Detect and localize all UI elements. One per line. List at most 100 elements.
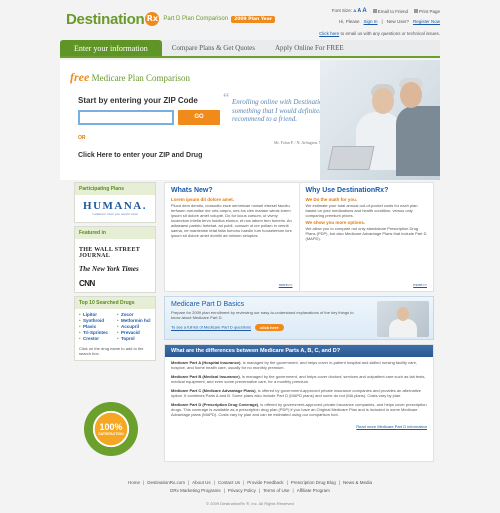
help-text: to email us with any questions or techni… [340, 31, 440, 36]
footer-link[interactable]: Home [128, 480, 140, 485]
whats-new-more-link[interactable]: more>> [279, 282, 293, 287]
logo-rx-badge: Rx [145, 12, 160, 26]
logo[interactable]: Destination Rx Part D Plan Comparison 20… [66, 8, 275, 30]
print-icon [413, 9, 418, 14]
drug-link[interactable]: Prevacid [117, 330, 151, 335]
testimonial-author: Mr. Folan P. / N. Arlington, NJ [274, 140, 324, 145]
featured-in-title: Featured in [75, 227, 155, 239]
page-container: Destination Rx Part D Plan Comparison 20… [60, 0, 440, 513]
part-b-text: Medicare Part B (Medical Insurance), is … [171, 374, 427, 384]
email-friend-link[interactable]: Email to Friend [372, 8, 408, 14]
tab-compare-plans[interactable]: Compare Plans & Get Quotes [162, 40, 265, 56]
tab-enter-information[interactable]: Enter your information [60, 40, 162, 56]
help-line: Click here to email us with any question… [319, 31, 440, 36]
why-use-body2: We allow you to compare not only standal… [305, 226, 427, 241]
participating-plans-title: Participating Plans [75, 183, 155, 195]
footer-link[interactable]: DestinationRx.com [147, 480, 185, 485]
nyt-logo: The New York Times [79, 265, 139, 273]
drug-link[interactable]: Metformin hcl [117, 318, 151, 323]
main-content: Whats New? Lorem ipsum dit dolore amet. … [164, 182, 434, 462]
cnn-logo: CNN [79, 279, 95, 288]
or-label: OR [78, 135, 86, 141]
register-link[interactable]: Register Now [413, 19, 440, 24]
whats-new-panel: Whats New? Lorem ipsum dit dolore amet. … [165, 183, 299, 291]
part-d-basics-panel: Medicare Part D Basics Prepare for 2009 … [164, 296, 434, 340]
drug-link[interactable]: Tri-Sprintec [79, 330, 113, 335]
top-drugs-title: Top 10 Searched Drugs [75, 297, 155, 309]
zip-label: Start by entering your ZIP Code [78, 96, 198, 105]
font-size-control: Font Size: A A A [332, 8, 367, 14]
seal-label: SATISFACTION [98, 431, 124, 436]
whats-new-body: Plucd dem dendio, nonsudio esce semmicae… [171, 203, 292, 238]
font-size-label: Font Size: [331, 8, 353, 13]
footer-link[interactable]: DRx Marketing Programs [170, 488, 221, 493]
print-page-label: Print Page [418, 8, 440, 14]
footer-link[interactable]: Terms of Use [263, 488, 290, 493]
seal-percent: 100% [99, 421, 123, 432]
drug-link[interactable]: Lipitor [79, 312, 113, 317]
hero: free Medicare Plan Comparison Start by e… [60, 60, 440, 180]
print-page-link[interactable]: Print Page [413, 8, 440, 14]
sign-in-link[interactable]: Sign In [364, 19, 378, 24]
part-d-text: Medicare Part D (Prescription Drug Cover… [171, 402, 427, 417]
part-d-questions-link[interactable]: To see a full list of Medicare Part D qu… [171, 325, 251, 330]
top-drugs-list: Lipitor Zocor Synthroid Metformin hcl Pl… [75, 309, 155, 360]
font-size-large[interactable]: A [362, 8, 366, 14]
drug-link[interactable]: Zocor [117, 312, 151, 317]
font-size-medium[interactable]: A [357, 8, 361, 14]
medicare-parts-panel: What are the differences between Medicar… [164, 344, 434, 462]
logo-wordmark: Destination [66, 10, 145, 28]
humana-tagline: Guidance when you need it most [92, 212, 138, 216]
why-use-panel: Why Use DestinationRx? We Do the math fo… [298, 183, 434, 291]
drug-link[interactable]: Toprol [117, 336, 151, 341]
part-d-basics-body: Prepare for 2009 plan enrollment by revi… [171, 310, 354, 320]
why-use-more-link[interactable]: more>> [413, 282, 427, 287]
participating-plans-box: Participating Plans HUMANA. Guidance whe… [74, 182, 156, 223]
new-user-text: New User? [386, 19, 409, 24]
drug-link[interactable]: Synthroid [79, 318, 113, 323]
satisfaction-seal: 100% SATISFACTION [84, 402, 138, 456]
whats-new-title: Whats New? [171, 187, 213, 194]
footer-link[interactable]: Provide Feedback [247, 480, 283, 485]
why-use-sub1: We Do the math for you. [305, 197, 358, 202]
part-a-text: Medicare Part A (Hospital Insurance), is… [171, 360, 427, 370]
email-friend-label: Email to Friend [377, 8, 408, 14]
footer: Home | DestinationRx.com | About Us | Conta… [60, 480, 440, 506]
drug-link[interactable]: Accupril [117, 324, 151, 329]
footer-link[interactable]: News & Media [343, 480, 372, 485]
footer-link[interactable]: Affiliate Program [297, 488, 330, 493]
utility-links: Font Size: A A A Email to Friend Print P… [250, 8, 440, 24]
why-use-body1: We estimate your total annual out-of-poc… [305, 203, 418, 218]
whats-new-subtitle: Lorem ipsum dit dolore amet. [171, 197, 235, 202]
footer-links-secondary: DRx Marketing Programs | Privacy Policy | … [170, 488, 330, 493]
logo-tagline: Part D Plan Comparison [163, 16, 229, 22]
read-more-link[interactable]: Read more Medicare Part D information [165, 424, 433, 429]
drug-link[interactable]: Plavix [79, 324, 113, 329]
footer-link[interactable]: Contact Us [218, 480, 240, 485]
footer-links-primary: Home | DestinationRx.com | About Us | Conta… [128, 480, 372, 485]
footer-link[interactable]: About Us [192, 480, 211, 485]
font-size-small[interactable]: A [353, 8, 356, 13]
medicare-parts-title: What are the differences between Medicar… [165, 345, 433, 357]
page: Destination Rx Part D Plan Comparison 20… [0, 0, 500, 513]
copyright: © 2009 DestinationRx ®, Inc. All Rights … [206, 501, 294, 506]
zip-input[interactable] [78, 110, 174, 125]
senior-woman-photo [377, 301, 429, 337]
humana-wordmark: HUMANA. [83, 200, 147, 212]
hero-title: free Medicare Plan Comparison [70, 70, 190, 85]
humana-logo[interactable]: HUMANA. Guidance when you need it most [75, 195, 155, 222]
email-icon [372, 9, 377, 14]
footer-link[interactable]: Prescription Drug Blog [291, 480, 336, 485]
top-drugs-box: Top 10 Searched Drugs Lipitor Zocor Synt… [74, 296, 156, 361]
separator: | [381, 19, 383, 24]
why-use-title: Why Use DestinationRx? [305, 187, 389, 194]
press-logos: THE WALL STREET JOURNAL The New York Tim… [75, 239, 155, 292]
tab-apply-online[interactable]: Apply Online For FREE [265, 40, 354, 56]
go-button[interactable]: GO [178, 110, 220, 125]
footer-link[interactable]: Privacy Policy [228, 488, 256, 493]
drug-link[interactable]: Crestor [79, 336, 113, 341]
zip-drug-link[interactable]: Click Here to enter your ZIP and Drug [78, 152, 202, 159]
help-email-link[interactable]: Click here [319, 31, 339, 36]
hero-title-free: free [70, 70, 90, 84]
click-here-button[interactable]: click here [255, 324, 284, 331]
